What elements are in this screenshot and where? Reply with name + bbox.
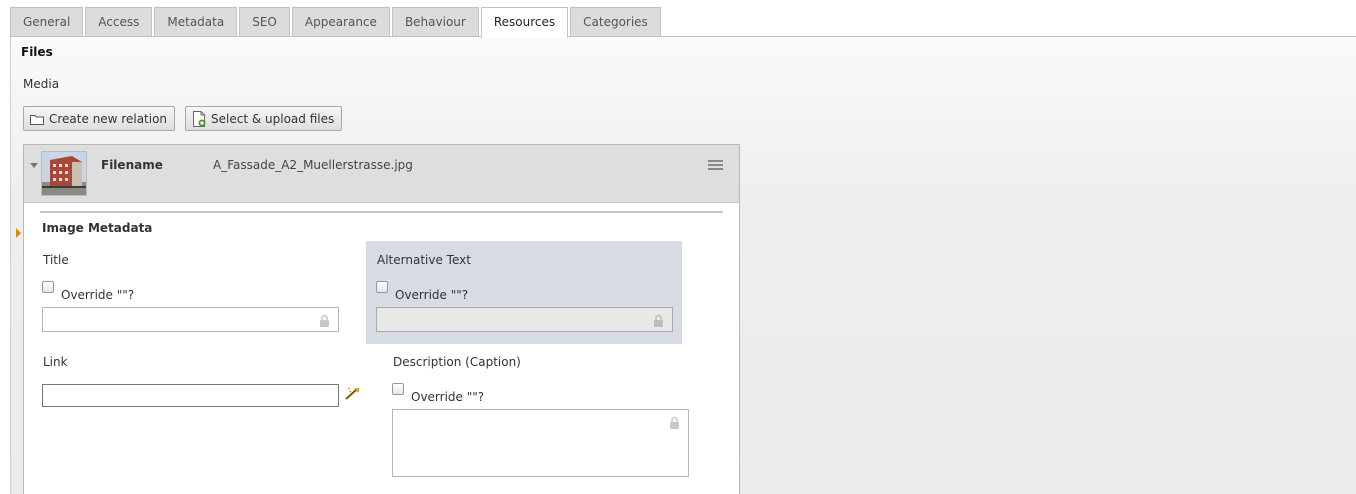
drag-handle-icon[interactable]: [708, 160, 723, 171]
tab-content-resources: Files Media Create new relation Select &…: [10, 37, 1356, 494]
tab-bar: General Access Metadata SEO Appearance B…: [10, 7, 661, 38]
file-reference-panel: Filename A_Fassade_A2_Muellerstrasse.jpg…: [23, 144, 740, 494]
lock-icon: [670, 416, 679, 429]
active-record-marker: [16, 228, 21, 238]
collapse-arrow-icon[interactable]: [30, 163, 38, 168]
alternative-text-label: Alternative Text: [377, 253, 471, 267]
lock-icon: [654, 314, 663, 327]
link-label: Link: [43, 355, 68, 369]
filename-label: Filename: [101, 158, 163, 172]
tab-behaviour[interactable]: Behaviour: [391, 7, 479, 37]
description-textarea[interactable]: [392, 409, 689, 477]
title-input[interactable]: [42, 307, 339, 332]
alternative-text-override-checkbox[interactable]: [376, 281, 388, 293]
palette-divider: [40, 211, 723, 213]
link-wizard-icon[interactable]: [345, 387, 361, 401]
title-label: Title: [43, 253, 69, 267]
select-upload-files-label: Select & upload files: [211, 111, 335, 126]
tab-general[interactable]: General: [10, 7, 84, 37]
tab-seo[interactable]: SEO: [239, 7, 290, 37]
title-override-checkbox[interactable]: [42, 281, 54, 293]
tab-categories[interactable]: Categories: [570, 7, 661, 37]
link-input[interactable]: [42, 384, 339, 407]
alternative-text-input[interactable]: [376, 307, 673, 332]
image-thumbnail: [41, 151, 87, 196]
section-title-files: Files: [21, 45, 53, 59]
image-metadata-title: Image Metadata: [42, 221, 153, 235]
file-reference-header[interactable]: Filename A_Fassade_A2_Muellerstrasse.jpg: [24, 145, 739, 203]
tab-resources[interactable]: Resources: [480, 7, 569, 38]
description-label: Description (Caption): [393, 355, 521, 369]
alternative-text-override-label: Override ""?: [395, 288, 469, 302]
folder-icon: [30, 113, 44, 125]
select-upload-files-button[interactable]: Select & upload files: [185, 106, 343, 131]
create-new-relation-button[interactable]: Create new relation: [23, 106, 176, 131]
tab-access[interactable]: Access: [85, 7, 153, 37]
field-label-media: Media: [23, 77, 60, 91]
create-new-relation-label: Create new relation: [49, 111, 168, 126]
filename-value: A_Fassade_A2_Muellerstrasse.jpg: [213, 158, 413, 172]
title-override-label: Override ""?: [61, 288, 135, 302]
description-override-label: Override ""?: [411, 390, 485, 404]
tab-metadata[interactable]: Metadata: [154, 7, 238, 37]
tab-appearance[interactable]: Appearance: [291, 7, 390, 37]
description-override-checkbox[interactable]: [392, 383, 404, 395]
upload-file-icon: [192, 110, 206, 127]
lock-icon: [320, 314, 329, 327]
